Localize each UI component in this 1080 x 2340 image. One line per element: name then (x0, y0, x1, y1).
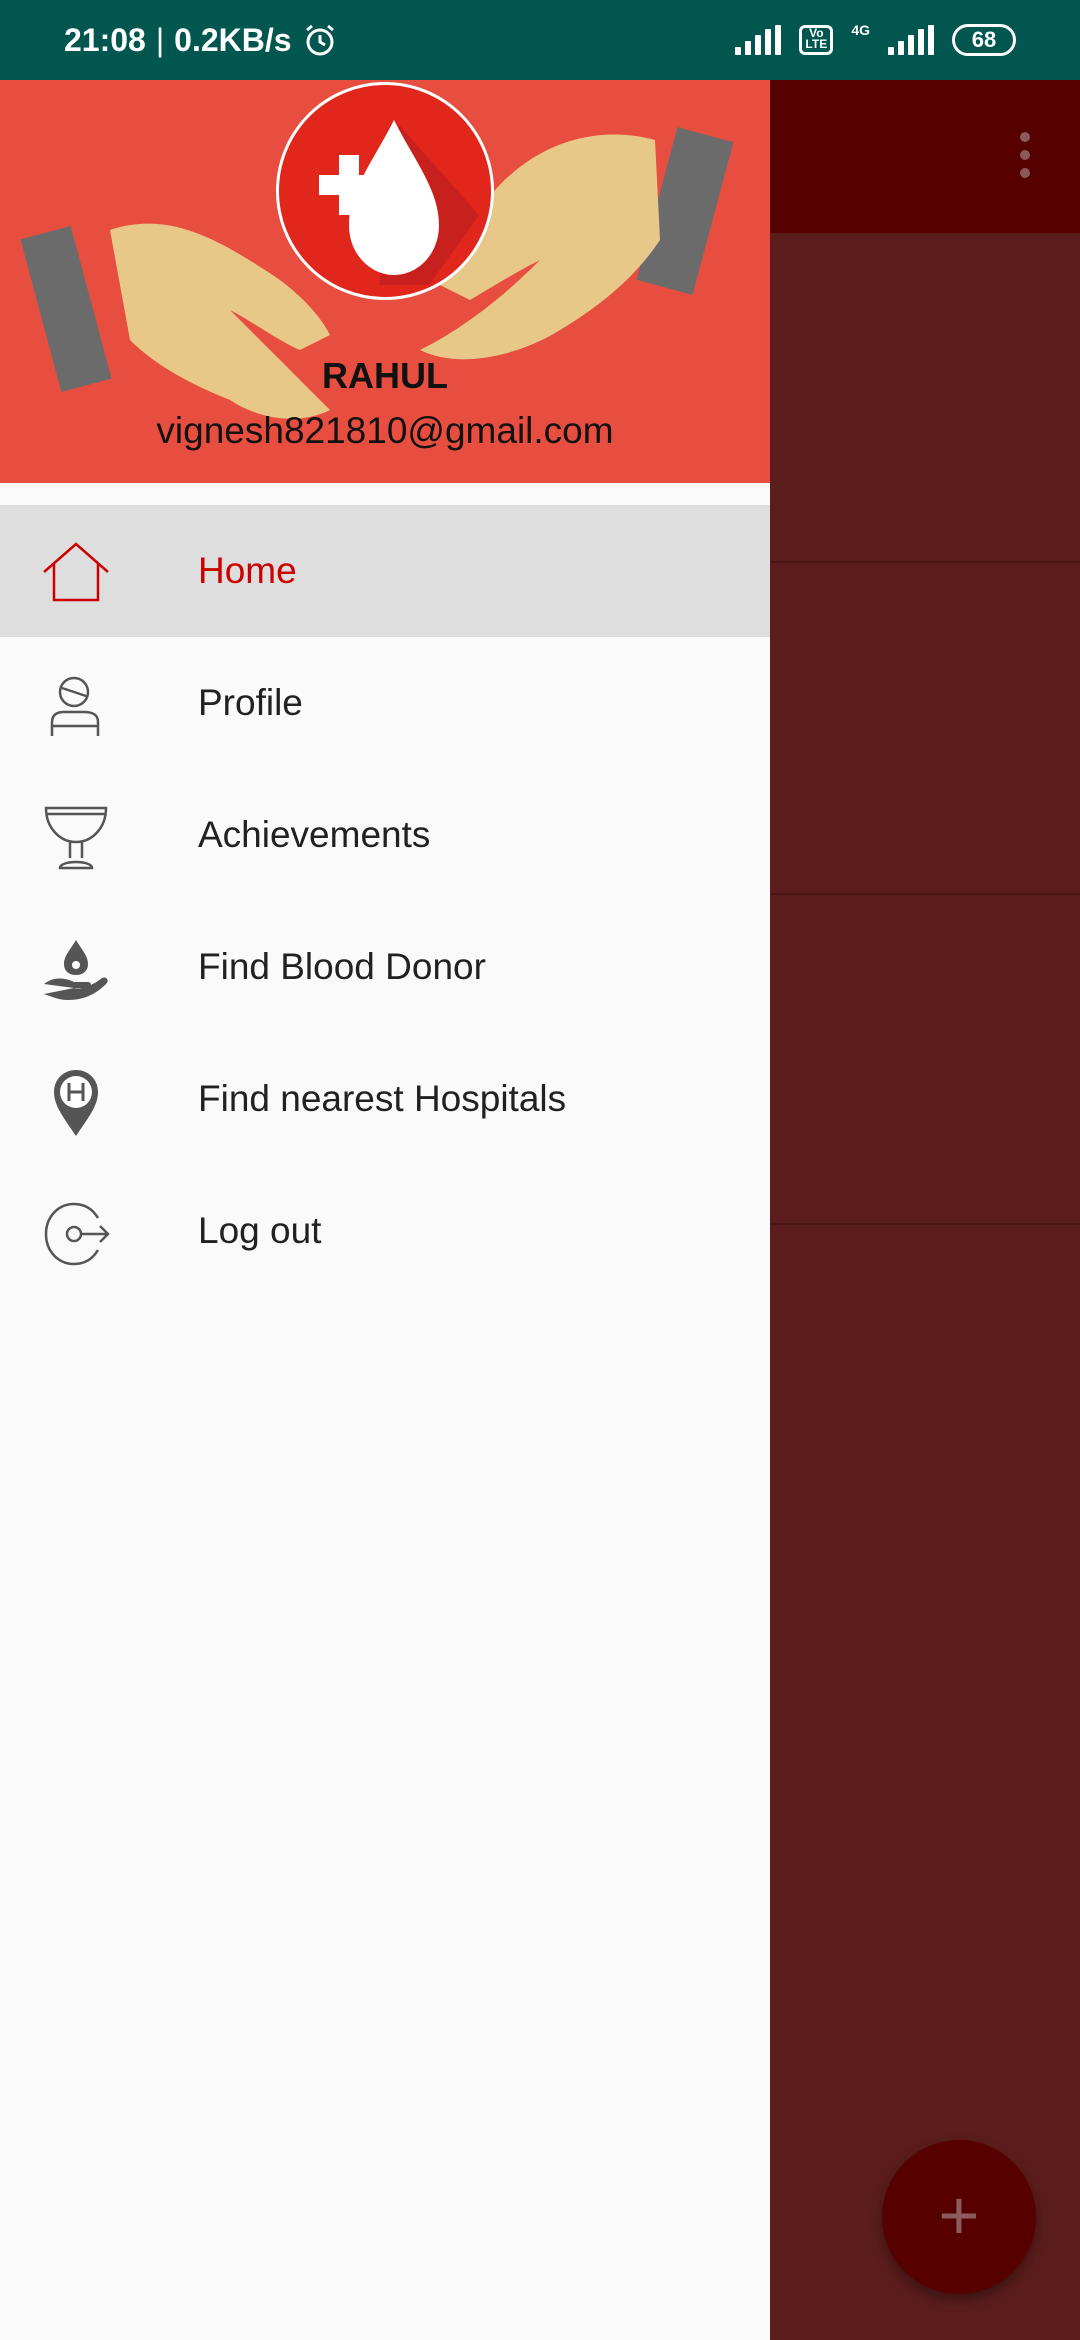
trophy-icon (44, 806, 108, 870)
status-time: 21:08 (64, 21, 146, 58)
status-speed: 0.2KB/s (174, 21, 292, 58)
more-options-icon[interactable] (1020, 132, 1034, 186)
menu-label-profile: Profile (198, 682, 303, 723)
menu-item-home[interactable]: Home (0, 505, 770, 637)
navigation-drawer: RAHUL vignesh821810@gmail.com Home Profi… (0, 80, 770, 2340)
home-icon (43, 542, 109, 602)
blood-drop-logo-icon (319, 120, 479, 285)
logout-icon (44, 1202, 110, 1266)
menu-item-profile[interactable]: Profile (0, 637, 770, 769)
app-logo (276, 82, 494, 300)
menu-item-find-nearest-hospitals[interactable]: Find nearest Hospitals (0, 1033, 770, 1165)
menu-item-achievements[interactable]: Achievements (0, 769, 770, 901)
menu-label-achievements: Achievements (198, 814, 431, 855)
blood-donor-icon (44, 940, 108, 1000)
user-email: vignesh821810@gmail.com (156, 410, 614, 451)
add-fab-button[interactable]: + (882, 2140, 1036, 2294)
battery-icon: 68 (952, 24, 1016, 56)
menu-label-find-nearest-hospitals: Find nearest Hospitals (198, 1078, 567, 1119)
volte-icon: Vo LTE (799, 25, 834, 55)
alarm-icon (305, 24, 334, 56)
signal-icon (735, 25, 782, 55)
hospital-pin-icon (54, 1070, 98, 1136)
drawer-menu: Home Profile Achievements Find Blood Don… (0, 505, 770, 1297)
menu-label-log-out: Log out (198, 1210, 322, 1251)
profile-icon (50, 676, 100, 736)
signal-icon-2 (888, 25, 934, 55)
menu-item-find-blood-donor[interactable]: Find Blood Donor (0, 901, 770, 1033)
network-type: 4G (851, 22, 870, 38)
menu-label-find-blood-donor: Find Blood Donor (198, 946, 486, 987)
status-separator: | (155, 21, 165, 58)
menu-item-log-out[interactable]: Log out (0, 1165, 770, 1297)
menu-label-home: Home (198, 550, 297, 591)
user-name: RAHUL (322, 355, 448, 396)
status-bar: 21:08 | 0.2KB/s Vo LTE 4G 68 (0, 0, 1080, 80)
drawer-header: RAHUL vignesh821810@gmail.com (0, 80, 770, 483)
